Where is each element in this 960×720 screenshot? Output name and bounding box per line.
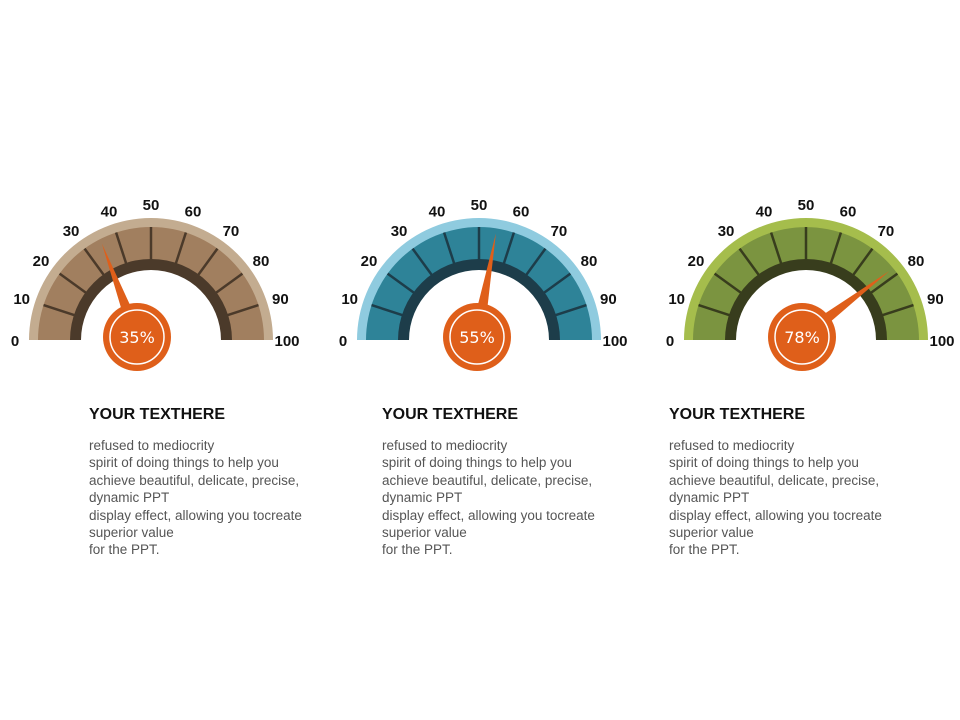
scale-label: 50 <box>798 197 815 214</box>
scale-label: 100 <box>929 333 954 350</box>
scale-label: 30 <box>63 223 80 240</box>
gauges: 010203040 50 6070809010035% 010203040 50 6070… <box>11 197 955 371</box>
scale-label: 60 <box>840 204 857 221</box>
block-line: spirit of doing things to help you <box>669 455 859 471</box>
block-line: refused to mediocrity <box>669 438 795 453</box>
block-line: display effect, allowing you tocreate <box>382 507 595 523</box>
block-line: superior value <box>382 525 467 541</box>
scale-label: 10 <box>341 291 358 308</box>
scale-label: 20 <box>33 253 50 270</box>
block-line: achieve beautiful, delicate, precise, <box>89 472 300 488</box>
scale-label: 80 <box>908 253 925 270</box>
block-line: superior value <box>89 525 174 541</box>
scale-label: 90 <box>272 291 289 308</box>
scale-label: 70 <box>878 223 895 240</box>
scale-label: 10 <box>13 291 30 308</box>
text-block-2: YOUR TEXTHERE refused to mediocrity spir… <box>382 406 632 559</box>
scale-label: 0 <box>11 333 19 350</box>
scale-label: 100 <box>602 333 627 350</box>
block-line: spirit of doing things to help you <box>382 455 572 471</box>
value-label: 35% <box>119 328 155 347</box>
scale-label: 60 <box>513 204 530 221</box>
block-line: dynamic PPT <box>89 490 170 506</box>
value-label: 78% <box>784 328 820 347</box>
scale-label: 50 <box>143 197 160 214</box>
scale-label: 100 <box>274 333 299 350</box>
gauge-1: 0 10 20 30 40 50 60 70 80 90 100 35% <box>11 197 300 371</box>
block-line: for the PPT. <box>382 542 453 558</box>
block-line: display effect, allowing you tocreate <box>669 507 882 523</box>
scale-label: 10 <box>668 291 685 308</box>
block-line: display effect, allowing you tocreate <box>89 507 302 523</box>
text-block-1: YOUR TEXTHERE refused to mediocrity spir… <box>89 406 339 559</box>
block-line: for the PPT. <box>669 542 740 558</box>
scale-label: 70 <box>551 223 568 240</box>
block-line: spirit of doing things to help you <box>89 455 279 471</box>
scale-label: 40 <box>429 204 446 221</box>
scale-label: 70 <box>223 223 240 240</box>
block-title: YOUR TEXTHERE <box>669 406 806 423</box>
scale-label: 80 <box>581 253 598 270</box>
block-title: YOUR TEXTHERE <box>382 406 519 423</box>
scale-label: 90 <box>600 291 617 308</box>
scale-label: 50 <box>471 197 488 214</box>
block-line: achieve beautiful, delicate, precise, <box>382 472 593 488</box>
block-line: for the PPT. <box>89 542 160 558</box>
text-block-3: YOUR TEXTHERE refused to mediocrity spir… <box>669 406 919 559</box>
gauge-2: 0 10 20 30 40 50 60 70 80 90 100 55% <box>339 197 628 371</box>
gauge-3: 0 10 20 30 40 50 60 70 80 90 100 78% <box>666 197 955 371</box>
value-label: 55% <box>459 328 495 347</box>
block-line: dynamic PPT <box>382 490 463 506</box>
scale-label: 80 <box>253 253 270 270</box>
scale-label: 90 <box>927 291 944 308</box>
block-line: refused to mediocrity <box>382 438 508 453</box>
scale-label: 40 <box>101 204 118 221</box>
scale-label: 20 <box>361 253 378 270</box>
scale-label: 0 <box>666 333 674 350</box>
block-line: achieve beautiful, delicate, precise, <box>669 472 880 488</box>
scale-label: 30 <box>391 223 408 240</box>
scale-label: 30 <box>718 223 735 240</box>
scale-label: 20 <box>688 253 705 270</box>
block-title: YOUR TEXTHERE <box>89 406 226 423</box>
block-line: superior value <box>669 525 754 541</box>
scale-label: 60 <box>185 204 202 221</box>
slide: 0 10 20 30 40 50 60 70 80 90 100 35% 0 10 20 30 40 50 60 70… <box>0 0 960 720</box>
scale-label: 0 <box>339 333 347 350</box>
scale-label: 40 <box>756 204 773 221</box>
block-line: refused to mediocrity <box>89 438 215 453</box>
block-line: dynamic PPT <box>669 490 750 506</box>
